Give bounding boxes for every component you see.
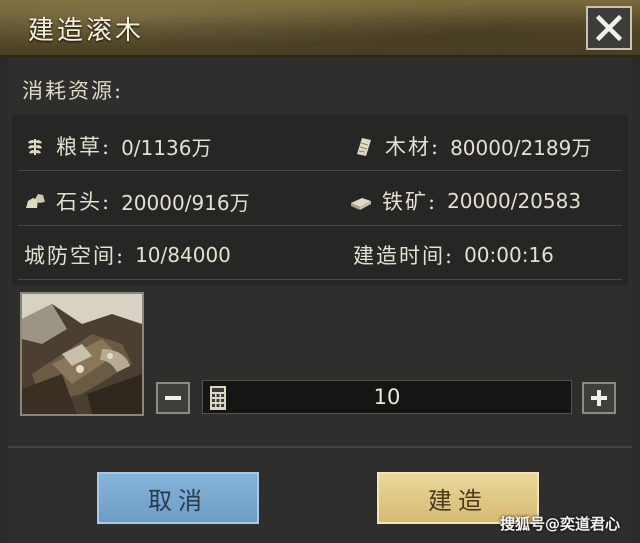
row-divider	[18, 225, 622, 226]
wood-label: 木材:	[385, 135, 441, 159]
resource-grain: 粮草: 0/1136万	[24, 131, 211, 161]
resource-wood: 木材: 80000/2189万	[353, 131, 591, 161]
cancel-button[interactable]: 取消	[97, 472, 259, 524]
wood-icon	[353, 135, 375, 157]
wheat-icon	[24, 135, 46, 157]
resource-iron: 铁矿: 20000/20583	[350, 186, 581, 216]
grain-value: 0/1136万	[121, 135, 212, 160]
stone-label: 石头:	[56, 190, 112, 214]
watermark-text: 搜狐号@奕道君心	[500, 515, 621, 533]
resource-stone: 石头: 20000/916万	[24, 186, 250, 216]
defense-space-label: 城防空间:	[24, 244, 126, 268]
defense-space-value: 10/84000	[135, 243, 231, 267]
iron-ore-icon	[350, 190, 372, 212]
item-portrait	[20, 292, 144, 416]
stone-value: 20000/916万	[121, 190, 250, 215]
decrease-quantity-button[interactable]	[156, 382, 190, 414]
build-time: 建造时间: 00:00:16	[353, 240, 554, 270]
increase-quantity-button[interactable]	[582, 382, 616, 414]
rolling-log-illustration	[22, 294, 142, 414]
dialog-title: 建造滚木	[28, 16, 145, 46]
iron-value: 20000/20583	[447, 189, 582, 213]
minus-icon	[165, 396, 181, 400]
quantity-input[interactable]: 10	[202, 380, 572, 414]
iron-label: 铁矿:	[382, 190, 438, 214]
title-bar: 建造滚木	[0, 0, 640, 57]
build-time-value: 00:00:16	[464, 243, 554, 267]
defense-space: 城防空间: 10/84000	[24, 240, 231, 270]
consume-resources-label: 消耗资源:	[22, 79, 124, 103]
close-button[interactable]	[586, 6, 632, 50]
build-time-label: 建造时间:	[353, 244, 455, 268]
plus-icon	[591, 390, 607, 406]
row-divider	[18, 279, 622, 280]
wood-value: 80000/2189万	[450, 135, 592, 160]
row-divider	[18, 170, 622, 171]
grain-label: 粮草:	[56, 135, 112, 159]
divider	[8, 446, 632, 448]
stone-icon	[24, 190, 46, 212]
close-icon	[596, 15, 622, 41]
quantity-value: 10	[373, 385, 401, 409]
